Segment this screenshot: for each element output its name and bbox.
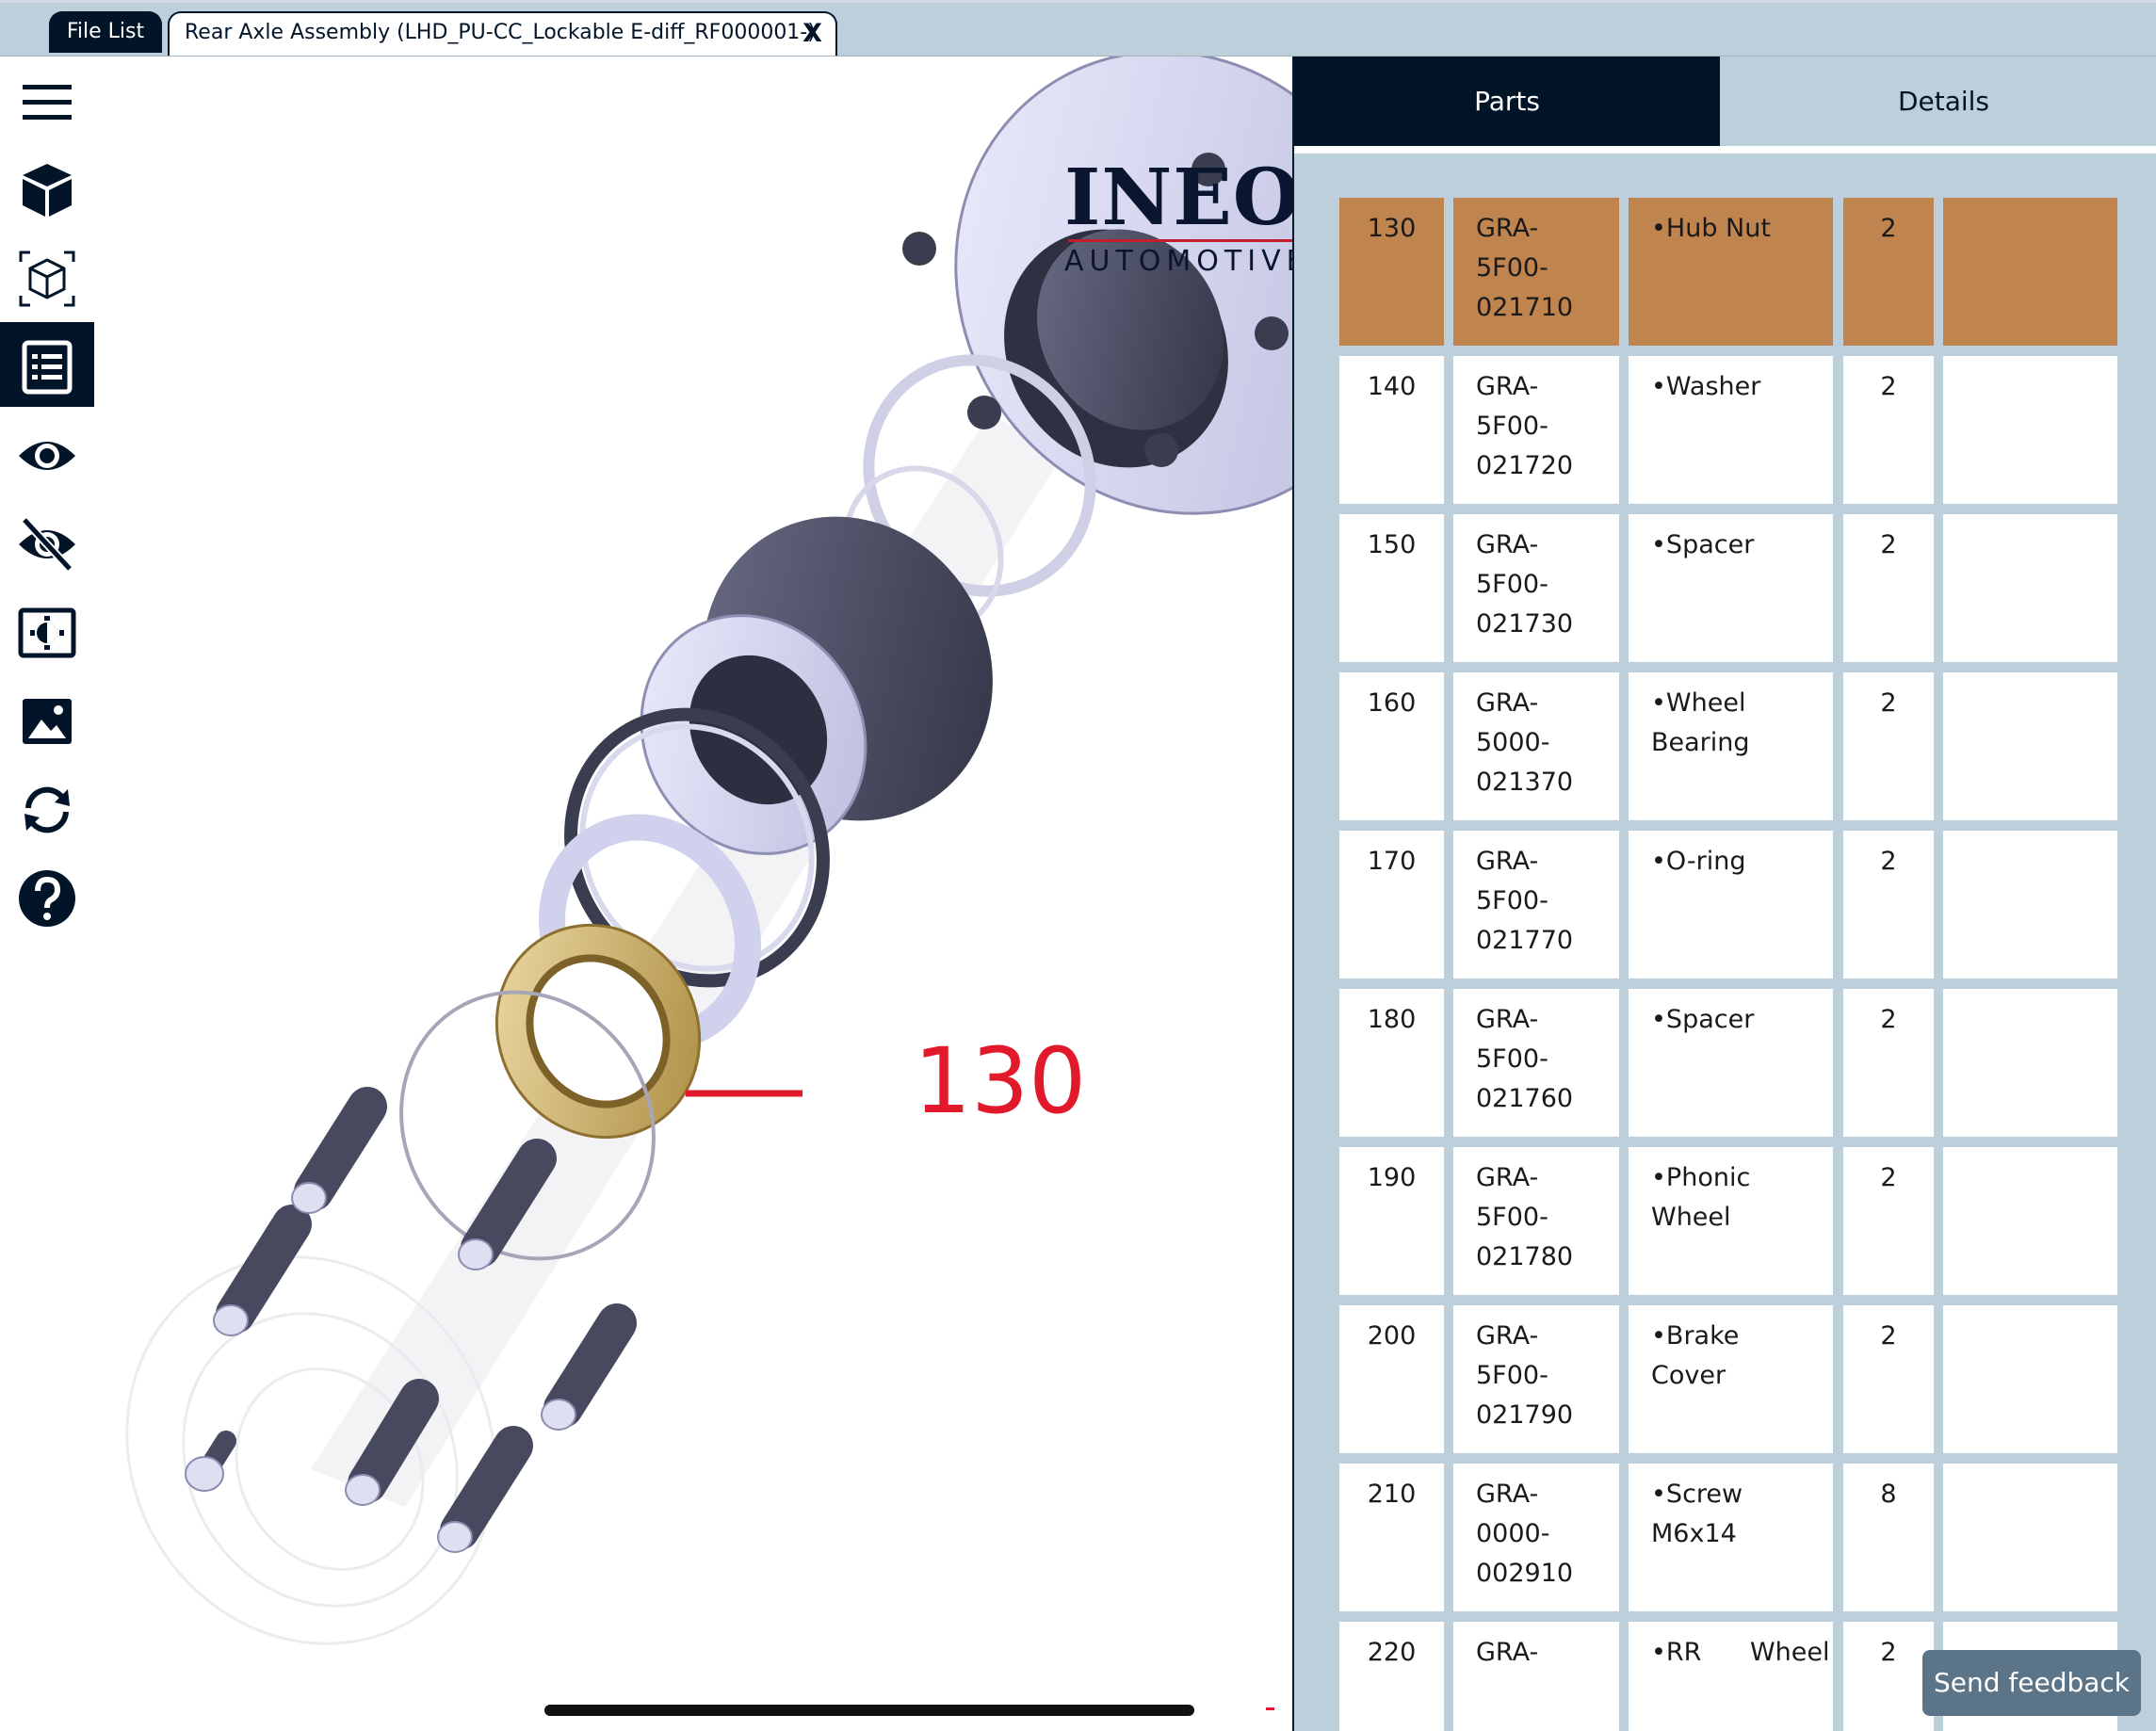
left-toolbar xyxy=(0,57,94,1092)
description-cell: •Spacer xyxy=(1629,989,1833,1137)
part-number-cell: GRA- 5F00- 021730 xyxy=(1453,514,1619,662)
notes-cell xyxy=(1943,989,2117,1137)
quantity-cell: 2 xyxy=(1843,1622,1934,1731)
description-cell: •Washer xyxy=(1629,356,1833,504)
item-number-cell: 150 xyxy=(1339,514,1444,662)
part-number-cell: GRA- 5F00- 021760 xyxy=(1453,989,1619,1137)
tab-separator xyxy=(1294,146,2156,154)
part-number-cell: GRA- xyxy=(1453,1622,1619,1731)
hide-button[interactable] xyxy=(0,499,94,584)
wireframe-cube-icon xyxy=(19,251,75,307)
menu-button[interactable] xyxy=(0,57,94,141)
horizontal-scrollbar[interactable] xyxy=(544,1705,1194,1716)
item-number-cell: 190 xyxy=(1339,1147,1444,1295)
description-cell: •Brake Cover xyxy=(1629,1305,1833,1453)
description-cell: •Wheel Bearing xyxy=(1629,672,1833,820)
notes-cell xyxy=(1943,831,2117,979)
parts-table[interactable]: 130 GRA- 5F00- 021710 •Hub Nut 2 140 GRA- 5F0… xyxy=(1339,198,2117,1731)
part-number-cell: GRA- 5F00- 021770 xyxy=(1453,831,1619,979)
quantity-cell: 2 xyxy=(1843,672,1934,820)
parts-list-icon xyxy=(22,340,73,395)
quantity-cell: 2 xyxy=(1843,356,1934,504)
refresh-icon xyxy=(24,786,70,833)
solid-cube-icon xyxy=(23,164,72,217)
quantity-cell: 2 xyxy=(1843,831,1934,979)
tab-file-list[interactable]: File List xyxy=(49,11,162,53)
send-feedback-button[interactable]: Send feedback xyxy=(1922,1650,2141,1716)
part-number-cell: GRA- 5000- 021370 xyxy=(1453,672,1619,820)
description-cell: •RR Wheel xyxy=(1629,1622,1833,1731)
tab-bar-top-line xyxy=(0,0,2156,3)
table-row[interactable]: 130 GRA- 5F00- 021710 •Hub Nut 2 xyxy=(1339,198,2117,346)
image-icon xyxy=(23,699,72,744)
logo-brand-sub: AUTOMOTIVE xyxy=(1064,245,1292,278)
description-cell: •O-ring xyxy=(1629,831,1833,979)
quantity-cell: 2 xyxy=(1843,1147,1934,1295)
description-cell: •Spacer xyxy=(1629,514,1833,662)
item-number-cell: 220 xyxy=(1339,1622,1444,1731)
part-number-cell: GRA- 5F00- 021780 xyxy=(1453,1147,1619,1295)
help-icon xyxy=(19,870,75,927)
description-cell: •Phonic Wheel xyxy=(1629,1147,1833,1295)
item-number-cell: 170 xyxy=(1339,831,1444,979)
parts-panel: Parts Details 130 GRA- 5F00- 021710 •Hub N… xyxy=(1292,57,2156,1731)
table-row[interactable]: 160 GRA- 5000- 021370 •Wheel Bearing 2 xyxy=(1339,672,2117,820)
parts-list-button[interactable] xyxy=(0,322,94,407)
table-row[interactable]: 140 GRA- 5F00- 021720 •Washer 2 xyxy=(1339,356,2117,504)
notes-cell xyxy=(1943,514,2117,662)
notes-cell xyxy=(1943,672,2117,820)
quantity-cell: 2 xyxy=(1843,1305,1934,1453)
tab-bar: File List Rear Axle Assembly (LHD_PU-CC_… xyxy=(0,0,2156,57)
ineos-automotive-logo: INEOS AUTOMOTIVE xyxy=(1064,158,1292,276)
table-row[interactable]: 190 GRA- 5F00- 021780 •Phonic Wheel 2 xyxy=(1339,1147,2117,1295)
show-button[interactable] xyxy=(0,411,94,495)
reset-view-button[interactable] xyxy=(0,765,94,849)
close-tab-button[interactable]: X xyxy=(802,19,822,48)
document-tab-title: Rear Axle Assembly (LHD_PU-CC_Lockable E… xyxy=(185,21,816,44)
notes-cell xyxy=(1943,198,2117,346)
description-cell: •Hub Nut xyxy=(1629,198,1833,346)
exploded-assembly-drawing xyxy=(125,57,1292,1645)
eye-icon xyxy=(19,442,75,470)
quantity-cell: 2 xyxy=(1843,198,1934,346)
part-number-cell: GRA- 5F00- 021710 xyxy=(1453,198,1619,346)
item-number-cell: 140 xyxy=(1339,356,1444,504)
tab-details[interactable]: Details xyxy=(1729,57,2156,146)
eye-off-icon xyxy=(19,516,75,573)
item-number-cell: 180 xyxy=(1339,989,1444,1137)
table-row[interactable]: 210 GRA- 0000- 002910 •Screw M6x14 8 xyxy=(1339,1464,2117,1611)
part-callout-label: 130 xyxy=(914,1028,1087,1134)
description-cell: •Screw M6x14 xyxy=(1629,1464,1833,1611)
item-number-cell: 130 xyxy=(1339,198,1444,346)
item-number-cell: 200 xyxy=(1339,1305,1444,1453)
notes-cell xyxy=(1943,1464,2117,1611)
quantity-cell: 2 xyxy=(1843,514,1934,662)
quantity-cell: 8 xyxy=(1843,1464,1934,1611)
part-number-cell: GRA- 0000- 002910 xyxy=(1453,1464,1619,1611)
table-row[interactable]: 170 GRA- 5F00- 021770 •O-ring 2 xyxy=(1339,831,2117,979)
notes-cell xyxy=(1943,1305,2117,1453)
item-number-cell: 160 xyxy=(1339,672,1444,820)
help-button[interactable] xyxy=(0,853,94,938)
table-row[interactable]: 180 GRA- 5F00- 021760 •Spacer 2 xyxy=(1339,989,2117,1137)
wireframe-view-button[interactable] xyxy=(0,234,94,318)
logo-brand-name: INEOS xyxy=(1064,153,1292,243)
table-row[interactable]: 200 GRA- 5F00- 021790 •Brake Cover 2 xyxy=(1339,1305,2117,1453)
marker-dot xyxy=(1266,1707,1274,1710)
3d-viewport[interactable]: INEOS AUTOMOTIVE 130 xyxy=(94,57,1292,1731)
display-settings-button[interactable] xyxy=(0,588,94,672)
solid-view-button[interactable] xyxy=(0,145,94,230)
tab-document[interactable]: Rear Axle Assembly (LHD_PU-CC_Lockable E… xyxy=(168,11,837,56)
notes-cell xyxy=(1943,1147,2117,1295)
part-number-cell: GRA- 5F00- 021790 xyxy=(1453,1305,1619,1453)
screen-settings-icon xyxy=(18,607,76,658)
hamburger-menu-icon xyxy=(23,85,72,120)
part-number-cell: GRA- 5F00- 021720 xyxy=(1453,356,1619,504)
item-number-cell: 210 xyxy=(1339,1464,1444,1611)
quantity-cell: 2 xyxy=(1843,989,1934,1137)
table-row[interactable]: 150 GRA- 5F00- 021730 •Spacer 2 xyxy=(1339,514,2117,662)
snapshot-button[interactable] xyxy=(0,676,94,761)
notes-cell xyxy=(1943,356,2117,504)
tab-parts[interactable]: Parts xyxy=(1294,57,1720,146)
